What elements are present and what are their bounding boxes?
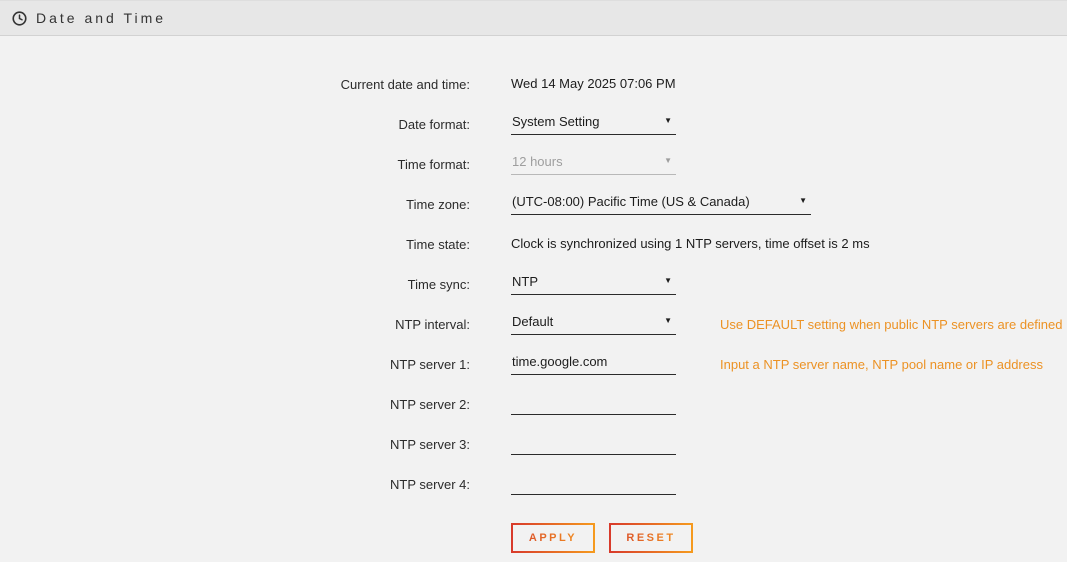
ntp-server-1-hint: Input a NTP server name, NTP pool name o… [720,357,1043,372]
time-sync-select[interactable]: NTP ▼ [511,274,676,295]
time-zone-label: Time zone: [0,197,470,212]
time-zone-select[interactable]: (UTC-08:00) Pacific Time (US & Canada) ▼ [511,194,811,215]
ntp-interval-selected-value: Default [512,314,553,329]
date-format-selected-value: System Setting [512,114,599,129]
clock-icon [12,11,27,26]
panel-header: Date and Time [0,0,1067,36]
ntp-server-4-label: NTP server 4: [0,477,470,492]
chevron-down-icon: ▼ [799,197,807,205]
date-format-label: Date format: [0,117,470,132]
row-ntp-server-4: NTP server 4: [0,464,1067,504]
ntp-interval-label: NTP interval: [0,317,470,332]
row-time-sync: Time sync: NTP ▼ [0,264,1067,304]
ntp-server-1-input[interactable] [511,354,676,375]
page-title: Date and Time [36,10,166,26]
time-format-label: Time format: [0,157,470,172]
apply-button[interactable]: APPLY [511,523,595,553]
time-format-selected-value: 12 hours [512,154,563,169]
row-ntp-interval: NTP interval: Default ▼ Use DEFAULT sett… [0,304,1067,344]
ntp-interval-select[interactable]: Default ▼ [511,314,676,335]
reset-button[interactable]: RESET [609,523,693,553]
time-state-value: Clock is synchronized using 1 NTP server… [511,236,870,251]
time-format-select: 12 hours ▼ [511,154,676,175]
ntp-server-1-label: NTP server 1: [0,357,470,372]
date-time-form: Current date and time: Wed 14 May 2025 0… [0,36,1067,558]
date-format-select[interactable]: System Setting ▼ [511,114,676,135]
ntp-interval-hint: Use DEFAULT setting when public NTP serv… [720,317,1063,332]
time-sync-selected-value: NTP [512,274,538,289]
row-ntp-server-2: NTP server 2: [0,384,1067,424]
ntp-server-2-label: NTP server 2: [0,397,470,412]
time-sync-label: Time sync: [0,277,470,292]
ntp-server-3-input[interactable] [511,434,676,455]
time-state-label: Time state: [0,237,470,252]
row-ntp-server-1: NTP server 1: Input a NTP server name, N… [0,344,1067,384]
row-ntp-server-3: NTP server 3: [0,424,1067,464]
current-date-time-value: Wed 14 May 2025 07:06 PM [511,76,676,91]
row-time-state: Time state: Clock is synchronized using … [0,224,1067,264]
ntp-server-2-input[interactable] [511,394,676,415]
row-current-date-time: Current date and time: Wed 14 May 2025 0… [0,64,1067,104]
chevron-down-icon: ▼ [664,117,672,125]
row-time-format: Time format: 12 hours ▼ [0,144,1067,184]
current-date-time-label: Current date and time: [0,77,470,92]
chevron-down-icon: ▼ [664,317,672,325]
time-zone-selected-value: (UTC-08:00) Pacific Time (US & Canada) [512,194,750,209]
ntp-server-4-input[interactable] [511,474,676,495]
chevron-down-icon: ▼ [664,157,672,165]
chevron-down-icon: ▼ [664,277,672,285]
row-time-zone: Time zone: (UTC-08:00) Pacific Time (US … [0,184,1067,224]
button-row: APPLY RESET [0,518,1067,558]
ntp-server-3-label: NTP server 3: [0,437,470,452]
row-date-format: Date format: System Setting ▼ [0,104,1067,144]
